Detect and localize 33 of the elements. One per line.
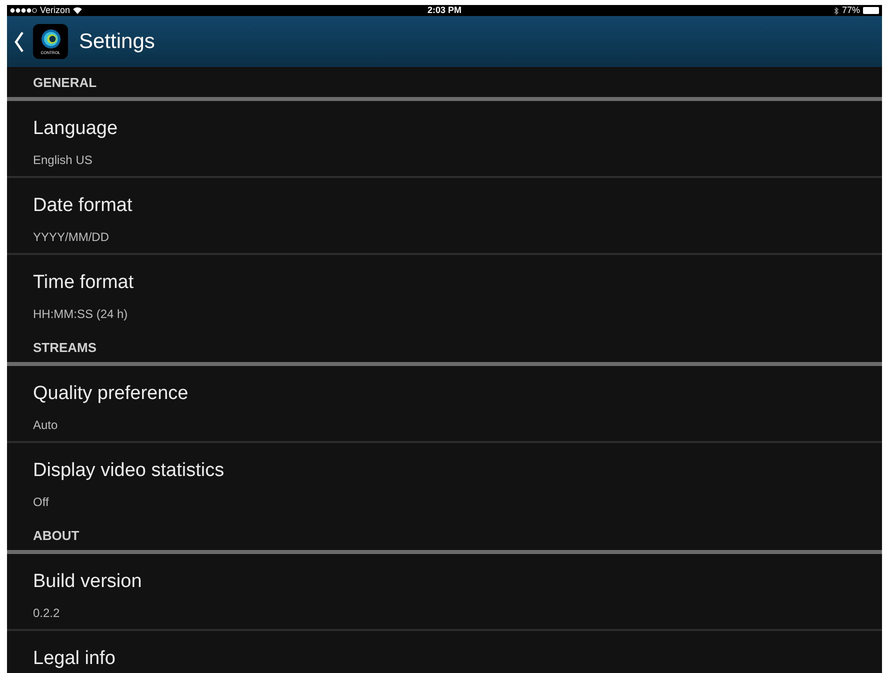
setting-title: Language — [33, 117, 118, 141]
setting-value: 0.2.2 — [33, 605, 60, 622]
setting-title: Quality preference — [33, 382, 188, 406]
settings-row[interactable]: Build version 0.2.2 — [7, 554, 882, 631]
setting-value: Auto — [33, 417, 58, 434]
setting-value: Off — [33, 494, 49, 511]
section-header: GENERAL — [33, 74, 97, 92]
page-title: Settings — [79, 28, 155, 55]
settings-row[interactable]: Quality preference Auto — [7, 366, 882, 443]
setting-title: Date format — [33, 194, 132, 218]
settings-row[interactable]: Display video statistics Off — [7, 443, 882, 520]
section-header: STREAMS — [33, 339, 97, 358]
setting-title: Time format — [33, 271, 134, 295]
back-chevron-icon — [14, 30, 24, 52]
battery-icon — [863, 7, 879, 14]
wifi-icon — [73, 7, 82, 14]
setting-value: English US — [33, 152, 92, 169]
ring-logo-icon — [40, 28, 62, 50]
settings-row[interactable]: Date format YYYY/MM/DD — [7, 178, 882, 255]
setting-title: Display video statistics — [33, 459, 224, 483]
battery-percent: 77% — [842, 6, 860, 15]
section-header: ABOUT — [33, 527, 80, 546]
setting-value: YYYY/MM/DD — [33, 229, 110, 246]
setting-title: Legal info — [33, 647, 116, 671]
setting-value: HH:MM:SS (24 h) — [33, 306, 128, 323]
settings-row[interactable]: Language English US — [7, 101, 882, 178]
bluetooth-icon — [834, 6, 839, 14]
carrier-text: Verizon — [40, 6, 70, 15]
setting-title: Build version — [33, 570, 142, 594]
clock-text: 2:03 PM — [428, 6, 462, 15]
settings-row[interactable]: Legal info — [7, 631, 882, 673]
signal-icon — [10, 8, 37, 13]
settings-row[interactable]: Time format HH:MM:SS (24 h) — [7, 255, 882, 332]
